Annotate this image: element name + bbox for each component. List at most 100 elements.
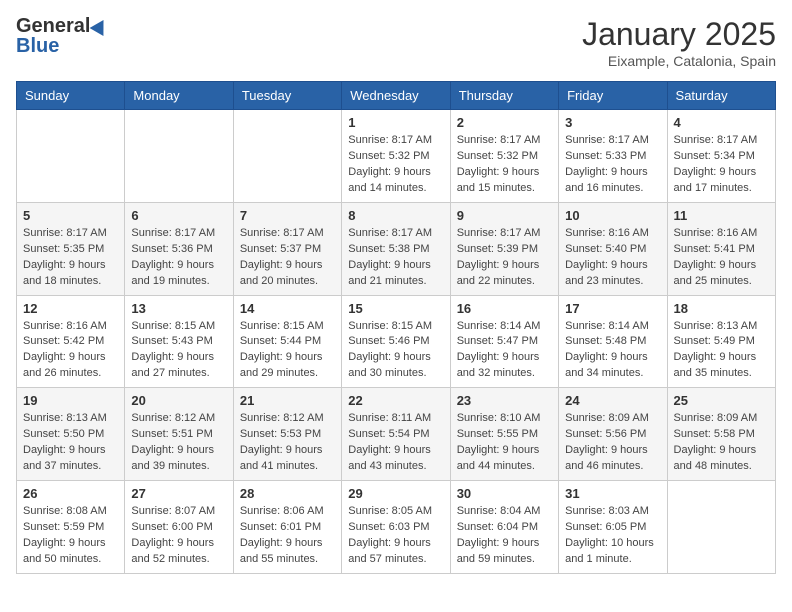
day-number: 4 bbox=[674, 115, 769, 130]
day-number: 11 bbox=[674, 208, 769, 223]
weekday-header-row: SundayMondayTuesdayWednesdayThursdayFrid… bbox=[17, 82, 776, 110]
day-number: 9 bbox=[457, 208, 552, 223]
day-detail: Sunrise: 8:09 AMSunset: 5:56 PMDaylight:… bbox=[565, 411, 660, 475]
calendar-cell: 29 Sunrise: 8:05 AMSunset: 6:03 PMDayligh… bbox=[342, 481, 450, 574]
day-number: 8 bbox=[348, 208, 443, 223]
calendar-cell: 16 Sunrise: 8:14 AMSunset: 5:47 PMDayligh… bbox=[450, 295, 558, 388]
day-detail: Sunrise: 8:12 AMSunset: 5:53 PMDaylight:… bbox=[240, 411, 335, 475]
page-header: General Blue January 2025 Eixample, Cata… bbox=[16, 16, 776, 69]
day-number: 12 bbox=[23, 301, 118, 316]
calendar-table: SundayMondayTuesdayWednesdayThursdayFrid… bbox=[16, 81, 776, 574]
calendar-week-4: 19 Sunrise: 8:13 AMSunset: 5:50 PMDayligh… bbox=[17, 388, 776, 481]
day-detail: Sunrise: 8:08 AMSunset: 5:59 PMDaylight:… bbox=[23, 504, 118, 568]
calendar-cell: 10 Sunrise: 8:16 AMSunset: 5:40 PMDayligh… bbox=[559, 202, 667, 295]
calendar-cell: 2Sunrise: 8:17 AMSunset: 5:32 PMDaylight… bbox=[450, 110, 558, 203]
day-detail: Sunrise: 8:16 AMSunset: 5:40 PMDaylight:… bbox=[565, 226, 660, 290]
day-number: 23 bbox=[457, 393, 552, 408]
day-detail: Sunrise: 8:10 AMSunset: 5:55 PMDaylight:… bbox=[457, 411, 552, 475]
day-detail: Sunrise: 8:17 AMSunset: 5:37 PMDaylight:… bbox=[240, 226, 335, 290]
calendar-cell: 26 Sunrise: 8:08 AMSunset: 5:59 PMDayligh… bbox=[17, 481, 125, 574]
day-number: 3 bbox=[565, 115, 660, 130]
day-number: 15 bbox=[348, 301, 443, 316]
day-detail: Sunrise: 8:04 AMSunset: 6:04 PMDaylight:… bbox=[457, 504, 552, 568]
weekday-header-tuesday: Tuesday bbox=[233, 82, 341, 110]
day-number: 22 bbox=[348, 393, 443, 408]
day-number: 28 bbox=[240, 486, 335, 501]
day-number: 5 bbox=[23, 208, 118, 223]
weekday-header-thursday: Thursday bbox=[450, 82, 558, 110]
calendar-cell: 21 Sunrise: 8:12 AMSunset: 5:53 PMDayligh… bbox=[233, 388, 341, 481]
day-detail: Sunrise: 8:11 AMSunset: 5:54 PMDaylight:… bbox=[348, 411, 443, 475]
calendar-cell: 1 Sunrise: 8:17 AMSunset: 5:32 PMDaylight… bbox=[342, 110, 450, 203]
day-number: 10 bbox=[565, 208, 660, 223]
day-detail: Sunrise: 8:17 AMSunset: 5:34 PMDaylight:… bbox=[674, 133, 769, 197]
day-detail: Sunrise: 8:17 AMSunset: 5:36 PMDaylight:… bbox=[131, 226, 226, 290]
calendar-cell bbox=[233, 110, 341, 203]
calendar-cell: 17 Sunrise: 8:14 AMSunset: 5:48 PMDayligh… bbox=[559, 295, 667, 388]
logo-triangle-icon bbox=[90, 16, 111, 36]
day-number: 29 bbox=[348, 486, 443, 501]
day-detail: Sunrise: 8:06 AMSunset: 6:01 PMDaylight:… bbox=[240, 504, 335, 568]
day-detail: Sunrise: 8:07 AMSunset: 6:00 PMDaylight:… bbox=[131, 504, 226, 568]
location-subtitle: Eixample, Catalonia, Spain bbox=[582, 53, 776, 69]
month-title: January 2025 bbox=[582, 16, 776, 53]
day-number: 26 bbox=[23, 486, 118, 501]
day-number: 14 bbox=[240, 301, 335, 316]
day-number: 20 bbox=[131, 393, 226, 408]
calendar-cell: 7Sunrise: 8:17 AMSunset: 5:37 PMDaylight… bbox=[233, 202, 341, 295]
day-detail: Sunrise: 8:14 AMSunset: 5:47 PMDaylight:… bbox=[457, 319, 552, 383]
day-detail: Sunrise: 8:17 AMSunset: 5:38 PMDaylight:… bbox=[348, 226, 443, 290]
day-detail: Sunrise: 8:13 AMSunset: 5:50 PMDaylight:… bbox=[23, 411, 118, 475]
day-detail: Sunrise: 8:17 AMSunset: 5:39 PMDaylight:… bbox=[457, 226, 552, 290]
calendar-cell bbox=[125, 110, 233, 203]
calendar-cell: 6Sunrise: 8:17 AMSunset: 5:36 PMDaylight… bbox=[125, 202, 233, 295]
calendar-week-1: 1 Sunrise: 8:17 AMSunset: 5:32 PMDaylight… bbox=[17, 110, 776, 203]
calendar-cell bbox=[17, 110, 125, 203]
day-number: 18 bbox=[674, 301, 769, 316]
calendar-cell: 14 Sunrise: 8:15 AMSunset: 5:44 PMDayligh… bbox=[233, 295, 341, 388]
calendar-cell: 27Sunrise: 8:07 AMSunset: 6:00 PMDayligh… bbox=[125, 481, 233, 574]
calendar-week-2: 5 Sunrise: 8:17 AMSunset: 5:35 PMDaylight… bbox=[17, 202, 776, 295]
day-number: 13 bbox=[131, 301, 226, 316]
calendar-cell: 31Sunrise: 8:03 AMSunset: 6:05 PMDayligh… bbox=[559, 481, 667, 574]
calendar-cell: 28 Sunrise: 8:06 AMSunset: 6:01 PMDayligh… bbox=[233, 481, 341, 574]
day-detail: Sunrise: 8:15 AMSunset: 5:44 PMDaylight:… bbox=[240, 319, 335, 383]
day-number: 24 bbox=[565, 393, 660, 408]
calendar-cell: 15 Sunrise: 8:15 AMSunset: 5:46 PMDayligh… bbox=[342, 295, 450, 388]
logo-general-text: General bbox=[16, 16, 90, 36]
day-detail: Sunrise: 8:12 AMSunset: 5:51 PMDaylight:… bbox=[131, 411, 226, 475]
day-number: 17 bbox=[565, 301, 660, 316]
day-number: 25 bbox=[674, 393, 769, 408]
calendar-cell: 30Sunrise: 8:04 AMSunset: 6:04 PMDayligh… bbox=[450, 481, 558, 574]
day-detail: Sunrise: 8:17 AMSunset: 5:35 PMDaylight:… bbox=[23, 226, 118, 290]
calendar-cell: 8 Sunrise: 8:17 AMSunset: 5:38 PMDaylight… bbox=[342, 202, 450, 295]
calendar-week-5: 26 Sunrise: 8:08 AMSunset: 5:59 PMDayligh… bbox=[17, 481, 776, 574]
day-number: 16 bbox=[457, 301, 552, 316]
day-detail: Sunrise: 8:16 AMSunset: 5:42 PMDaylight:… bbox=[23, 319, 118, 383]
day-detail: Sunrise: 8:17 AMSunset: 5:33 PMDaylight:… bbox=[565, 133, 660, 197]
calendar-cell: 13 Sunrise: 8:15 AMSunset: 5:43 PMDayligh… bbox=[125, 295, 233, 388]
calendar-cell: 11 Sunrise: 8:16 AMSunset: 5:41 PMDayligh… bbox=[667, 202, 775, 295]
day-detail: Sunrise: 8:16 AMSunset: 5:41 PMDaylight:… bbox=[674, 226, 769, 290]
calendar-cell: 12 Sunrise: 8:16 AMSunset: 5:42 PMDayligh… bbox=[17, 295, 125, 388]
calendar-cell: 4 Sunrise: 8:17 AMSunset: 5:34 PMDaylight… bbox=[667, 110, 775, 203]
calendar-cell: 9 Sunrise: 8:17 AMSunset: 5:39 PMDaylight… bbox=[450, 202, 558, 295]
calendar-week-3: 12 Sunrise: 8:16 AMSunset: 5:42 PMDayligh… bbox=[17, 295, 776, 388]
day-detail: Sunrise: 8:05 AMSunset: 6:03 PMDaylight:… bbox=[348, 504, 443, 568]
day-detail: Sunrise: 8:14 AMSunset: 5:48 PMDaylight:… bbox=[565, 319, 660, 383]
day-number: 21 bbox=[240, 393, 335, 408]
day-number: 19 bbox=[23, 393, 118, 408]
calendar-cell: 22 Sunrise: 8:11 AMSunset: 5:54 PMDayligh… bbox=[342, 388, 450, 481]
day-detail: Sunrise: 8:17 AMSunset: 5:32 PMDaylight:… bbox=[348, 133, 443, 197]
day-detail: Sunrise: 8:09 AMSunset: 5:58 PMDaylight:… bbox=[674, 411, 769, 475]
calendar-cell: 23 Sunrise: 8:10 AMSunset: 5:55 PMDayligh… bbox=[450, 388, 558, 481]
weekday-header-saturday: Saturday bbox=[667, 82, 775, 110]
day-detail: Sunrise: 8:15 AMSunset: 5:43 PMDaylight:… bbox=[131, 319, 226, 383]
calendar-cell: 20 Sunrise: 8:12 AMSunset: 5:51 PMDayligh… bbox=[125, 388, 233, 481]
day-detail: Sunrise: 8:15 AMSunset: 5:46 PMDaylight:… bbox=[348, 319, 443, 383]
day-number: 1 bbox=[348, 115, 443, 130]
logo: General Blue bbox=[16, 16, 108, 56]
calendar-cell bbox=[667, 481, 775, 574]
day-number: 31 bbox=[565, 486, 660, 501]
calendar-cell: 19 Sunrise: 8:13 AMSunset: 5:50 PMDayligh… bbox=[17, 388, 125, 481]
